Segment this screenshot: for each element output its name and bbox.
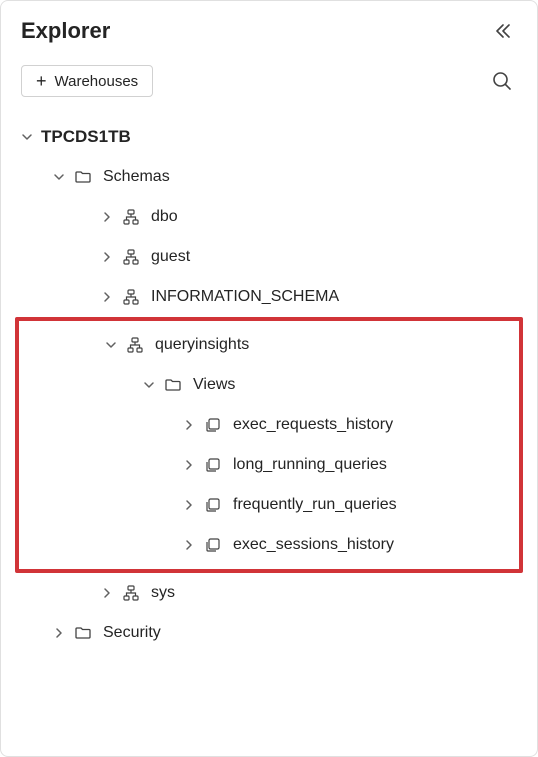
chevron-right-icon <box>181 419 197 431</box>
chevron-right-icon <box>99 251 115 263</box>
schemas-folder-label: Schemas <box>103 168 529 186</box>
schema-label: dbo <box>151 208 529 226</box>
chevron-right-icon <box>99 291 115 303</box>
schema-icon <box>121 584 141 602</box>
tree-node-schema-queryinsights[interactable]: queryinsights <box>19 325 519 365</box>
explorer-toolbar: + Warehouses <box>1 57 537 113</box>
schema-label: queryinsights <box>155 336 519 354</box>
schema-icon <box>121 288 141 306</box>
folder-icon <box>163 376 183 394</box>
search-icon <box>491 70 513 92</box>
double-chevron-left-icon <box>493 21 513 41</box>
view-label: exec_requests_history <box>233 416 519 434</box>
schema-icon <box>125 336 145 354</box>
chevron-right-icon <box>99 587 115 599</box>
view-icon <box>203 456 223 474</box>
explorer-tree: TPCDS1TB Schemas dbo guest <box>1 113 537 653</box>
add-warehouses-button[interactable]: + Warehouses <box>21 65 153 97</box>
views-folder-label: Views <box>193 376 519 394</box>
plus-icon: + <box>36 72 47 90</box>
warehouses-button-label: Warehouses <box>55 73 139 90</box>
view-icon <box>203 496 223 514</box>
chevron-right-icon <box>99 211 115 223</box>
tree-node-security-folder[interactable]: Security <box>9 613 529 653</box>
highlight-annotation: queryinsights Views exec_requests_histor… <box>15 317 523 573</box>
search-button[interactable] <box>487 66 517 96</box>
view-icon <box>203 416 223 434</box>
tree-node-database[interactable]: TPCDS1TB <box>9 117 529 157</box>
folder-icon <box>73 624 93 642</box>
tree-node-view[interactable]: frequently_run_queries <box>19 485 519 525</box>
view-icon <box>203 536 223 554</box>
tree-node-schemas-folder[interactable]: Schemas <box>9 157 529 197</box>
tree-node-view[interactable]: exec_requests_history <box>19 405 519 445</box>
tree-node-schema-sys[interactable]: sys <box>9 573 529 613</box>
tree-node-view[interactable]: exec_sessions_history <box>19 525 519 565</box>
tree-node-schema-information-schema[interactable]: INFORMATION_SCHEMA <box>9 277 529 317</box>
collapse-panel-button[interactable] <box>489 17 517 45</box>
view-label: long_running_queries <box>233 456 519 474</box>
database-label: TPCDS1TB <box>41 127 529 147</box>
schema-label: INFORMATION_SCHEMA <box>151 288 529 306</box>
tree-node-views-folder[interactable]: Views <box>19 365 519 405</box>
chevron-down-icon <box>141 379 157 391</box>
view-label: exec_sessions_history <box>233 536 519 554</box>
chevron-right-icon <box>51 627 67 639</box>
chevron-down-icon <box>103 339 119 351</box>
tree-node-schema-guest[interactable]: guest <box>9 237 529 277</box>
folder-icon <box>73 168 93 186</box>
security-folder-label: Security <box>103 624 529 642</box>
view-label: frequently_run_queries <box>233 496 519 514</box>
chevron-right-icon <box>181 459 197 471</box>
chevron-right-icon <box>181 499 197 511</box>
explorer-title: Explorer <box>21 18 110 44</box>
schema-icon <box>121 208 141 226</box>
tree-node-schema-dbo[interactable]: dbo <box>9 197 529 237</box>
chevron-down-icon <box>51 171 67 183</box>
chevron-right-icon <box>181 539 197 551</box>
schema-label: guest <box>151 248 529 266</box>
explorer-header: Explorer <box>1 1 537 57</box>
schema-label: sys <box>151 584 529 602</box>
chevron-down-icon <box>19 131 35 143</box>
tree-node-view[interactable]: long_running_queries <box>19 445 519 485</box>
schema-icon <box>121 248 141 266</box>
